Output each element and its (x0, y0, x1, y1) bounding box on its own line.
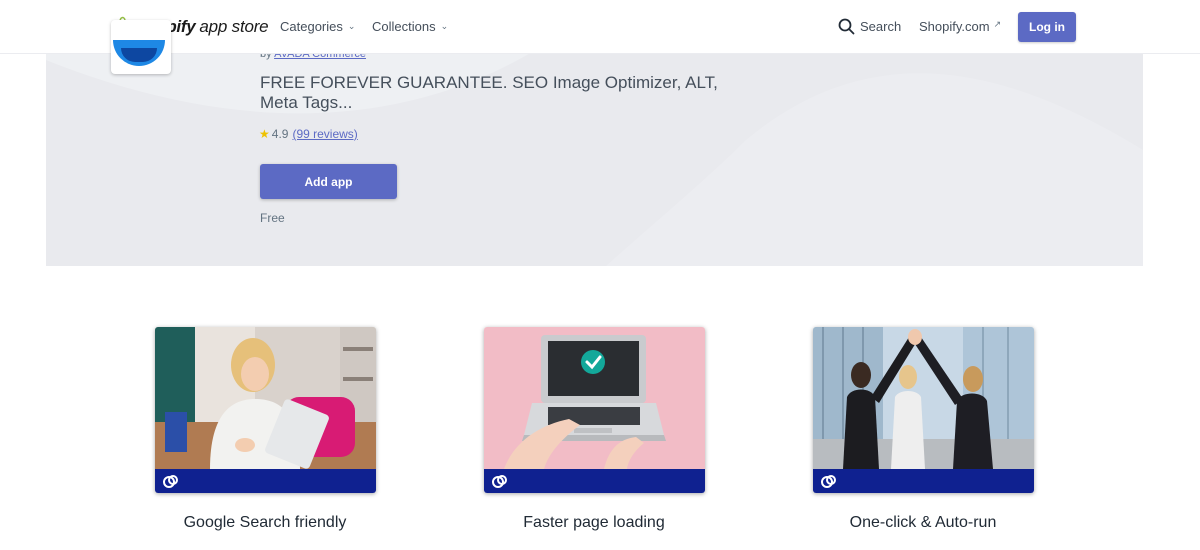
search-icon (838, 18, 855, 35)
woman-with-tablet-photo (155, 327, 376, 469)
feature-title-google-search: Google Search friendly (183, 514, 347, 531)
avada-badge-icon (492, 475, 507, 488)
star-icon: ★ (259, 127, 270, 141)
card-footer-bar (813, 469, 1034, 493)
nav-collections[interactable]: Collections ⌄ (372, 19, 448, 34)
reviews-link[interactable]: (99 reviews) (292, 127, 357, 141)
women-high-five-photo (813, 327, 1034, 469)
rating-value: 4.9 (271, 127, 289, 141)
feature-title-one-click: One-click & Auto-run (849, 514, 997, 531)
card-footer-bar (484, 469, 705, 493)
card-footer-bar (155, 469, 376, 493)
feature-card-faster-loading (484, 327, 705, 493)
app-icon (111, 20, 171, 74)
chevron-down-icon: ⌄ (347, 21, 356, 31)
search-label: Search (860, 19, 902, 34)
feature-card-one-click (813, 327, 1034, 493)
chevron-down-icon: ⌄ (440, 21, 449, 31)
shopify-com-label: Shopify.com (919, 19, 990, 34)
search-button[interactable]: Search (838, 18, 901, 35)
feature-card-google-search (155, 327, 376, 493)
nav-collections-label: Collections (372, 19, 436, 34)
avada-badge-icon (821, 475, 836, 488)
shopify-com-link[interactable]: Shopify.com ↗ (919, 19, 1001, 34)
login-button[interactable]: Log in (1018, 12, 1076, 42)
laptop-checkmark-photo (484, 327, 705, 469)
app-tagline: FREE FOREVER GUARANTEE. SEO Image Optimi… (260, 73, 718, 112)
nav-categories[interactable]: Categories ⌄ (280, 19, 355, 34)
rating-row: ★ 4.9 (99 reviews) (259, 127, 358, 141)
price-label: Free (260, 211, 285, 225)
external-link-icon: ↗ (993, 19, 1002, 29)
nav-categories-label: Categories (280, 19, 343, 34)
top-navigation: shopify app store Categories ⌄ Collectio… (0, 0, 1200, 54)
feature-title-faster-loading: Faster page loading (523, 514, 665, 531)
logo-suffix-text: app store (199, 17, 269, 36)
add-app-button[interactable]: Add app (260, 164, 397, 199)
avada-badge-icon (163, 475, 178, 488)
